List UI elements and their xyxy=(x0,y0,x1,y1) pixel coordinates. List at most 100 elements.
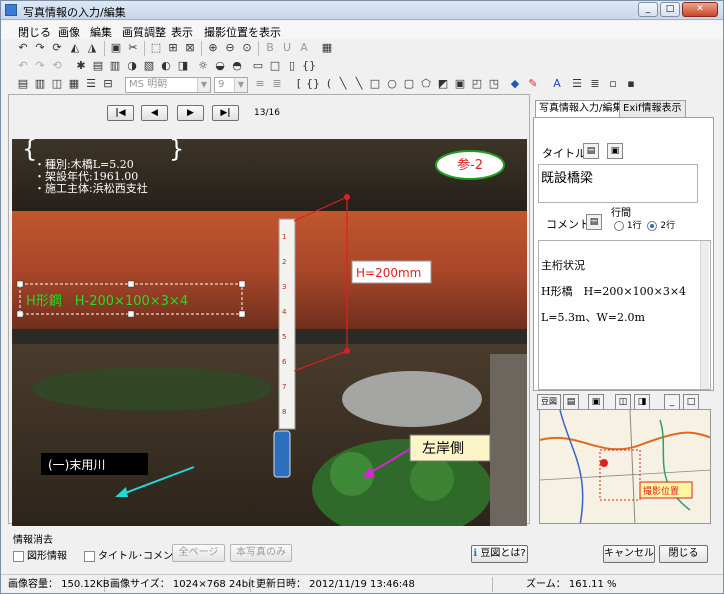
map-minimize-icon[interactable]: _ xyxy=(664,394,680,410)
panel-icon[interactable]: ▯ xyxy=(284,58,300,74)
prev-page-button[interactable]: ◀ xyxy=(141,105,168,121)
menu-close[interactable]: 閉じる xyxy=(18,24,51,40)
font-name-select[interactable]: MS 明朝 ▼ xyxy=(125,77,211,93)
fill-icon[interactable]: ◆ xyxy=(507,76,523,92)
invert-icon[interactable]: ◐ xyxy=(158,58,174,74)
map-template-icon[interactable]: ▤ xyxy=(563,394,579,410)
underline-icon[interactable]: U xyxy=(279,40,295,56)
minimize-button[interactable]: _ xyxy=(638,2,658,17)
sharpen-icon[interactable]: ☼ xyxy=(195,58,211,74)
callout-icon[interactable]: ◩ xyxy=(435,76,451,92)
fit-icon[interactable]: ▣ xyxy=(108,40,124,56)
brace-icon[interactable]: {} xyxy=(305,76,321,92)
clear-figure-option[interactable]: 図形情報 xyxy=(13,547,67,562)
last-page-button[interactable]: ▶| xyxy=(212,105,239,121)
line2-icon[interactable]: ╲ xyxy=(351,76,367,92)
more-icon[interactable]: ▪ xyxy=(623,76,639,92)
rectangle-icon[interactable]: □ xyxy=(267,58,283,74)
zoom-in-icon[interactable]: ⊕ xyxy=(205,40,221,56)
palette-icon[interactable]: ▥ xyxy=(107,58,123,74)
brightness-icon[interactable]: ◓ xyxy=(229,58,245,74)
send-back-icon[interactable]: ◳ xyxy=(486,76,502,92)
rotate-right-icon[interactable]: ↷ xyxy=(32,40,48,56)
drop-icon[interactable]: ◒ xyxy=(212,58,228,74)
bold-icon[interactable]: B xyxy=(262,40,278,56)
zoom-fit-icon[interactable]: ⊙ xyxy=(239,40,255,56)
brackets-icon[interactable]: {} xyxy=(301,58,317,74)
radio-1line[interactable] xyxy=(614,220,624,231)
pen-color-icon[interactable]: ✎ xyxy=(525,76,541,92)
grid-icon[interactable]: ▦ xyxy=(66,76,82,92)
refresh-icon[interactable]: ⟳ xyxy=(49,40,65,56)
map-paste-icon[interactable]: ◨ xyxy=(634,394,650,410)
contrast-icon[interactable]: ◑ xyxy=(124,58,140,74)
close-window-button[interactable]: ✕ xyxy=(682,2,718,17)
menu-view[interactable]: 表示 xyxy=(171,24,193,40)
crop-icon[interactable]: ✂ xyxy=(125,40,141,56)
close-button[interactable]: 閉じる xyxy=(659,545,708,563)
flip-icon[interactable]: ◭ xyxy=(67,40,83,56)
text-color-icon[interactable]: A xyxy=(296,40,312,56)
line-style-icon[interactable]: ≣ xyxy=(587,76,603,92)
mirror-icon[interactable]: ◮ xyxy=(84,40,100,56)
columns-icon[interactable]: ▥ xyxy=(32,76,48,92)
location-map[interactable]: 撮影位置 xyxy=(539,409,711,524)
line-width-icon[interactable]: ☰ xyxy=(569,76,585,92)
shadow-icon[interactable]: ▫ xyxy=(605,76,621,92)
repeat-icon[interactable]: ⟲ xyxy=(49,58,65,74)
map-help-button[interactable]: ℹ 豆図とは? xyxy=(471,545,528,563)
layout-icon[interactable]: ▤ xyxy=(15,76,31,92)
tab-photo-info[interactable]: 写真情報入力/編集 xyxy=(535,100,627,118)
title-input[interactable]: 既設橋梁 xyxy=(538,164,698,203)
align-center-icon[interactable]: ≣ xyxy=(269,76,285,92)
comment-input[interactable]: 主桁状況 H形橋 H=200×100×3×4 L=5.3m、W=2.0m xyxy=(538,240,711,390)
tab-exif[interactable]: Exif情報表示 xyxy=(619,100,686,117)
resize-icon[interactable]: ⊠ xyxy=(182,40,198,56)
undo-icon[interactable]: ↶ xyxy=(15,58,31,74)
color-grid-icon[interactable]: ▤ xyxy=(90,58,106,74)
figure-checkbox[interactable] xyxy=(13,550,24,562)
frame-icon[interactable]: ▭ xyxy=(250,58,266,74)
zoom-out-icon[interactable]: ⊖ xyxy=(222,40,238,56)
insert-icon[interactable]: ⊟ xyxy=(100,76,116,92)
comment-template-icon[interactable]: ▤ xyxy=(586,214,602,230)
comment-scrollbar[interactable] xyxy=(700,241,709,389)
menu-quality[interactable]: 画質調整 xyxy=(122,24,166,40)
title-checkbox[interactable] xyxy=(84,550,95,562)
redo-icon[interactable]: ↷ xyxy=(32,58,48,74)
polygon-icon[interactable]: ⬠ xyxy=(418,76,434,92)
map-copy-icon[interactable]: ◫ xyxy=(615,394,631,410)
line-icon[interactable]: ╲ xyxy=(335,76,351,92)
table-icon[interactable]: ▦ xyxy=(319,40,335,56)
menu-image[interactable]: 画像 xyxy=(58,24,80,40)
rotate-left-icon[interactable]: ↶ xyxy=(15,40,31,56)
menu-show-location[interactable]: 撮影位置を表示 xyxy=(204,24,281,40)
ellipse-icon[interactable]: ○ xyxy=(384,76,400,92)
font-size-select[interactable]: 9 ▼ xyxy=(214,77,248,93)
photo-image[interactable]: 1 2 3 4 5 6 7 8 { } ・種別:木橋L=5.20 ・架設年代:1… xyxy=(12,139,527,526)
title-camera-icon[interactable]: ▣ xyxy=(607,143,623,159)
clear-all-pages-button[interactable]: 全ページ xyxy=(172,544,225,562)
map-label-button[interactable]: 豆図 xyxy=(537,394,561,410)
maximize-button[interactable]: □ xyxy=(660,2,680,17)
split-icon[interactable]: ◫ xyxy=(49,76,65,92)
radio-2line[interactable] xyxy=(647,220,658,231)
clear-this-photo-button[interactable]: 本写真のみ xyxy=(230,544,292,562)
list-icon[interactable]: ☰ xyxy=(83,76,99,92)
align-left-icon[interactable]: ≡ xyxy=(252,76,268,92)
rounded-rect-icon[interactable]: ▢ xyxy=(401,76,417,92)
map-expand-icon[interactable]: □ xyxy=(683,394,699,410)
next-page-button[interactable]: ▶ xyxy=(177,105,204,121)
bring-front-icon[interactable]: ◰ xyxy=(469,76,485,92)
select-all-icon[interactable]: ⊞ xyxy=(165,40,181,56)
grayscale-icon[interactable]: ▧ xyxy=(141,58,157,74)
first-page-button[interactable]: |◀ xyxy=(107,105,134,121)
font-color-icon[interactable]: A xyxy=(549,76,565,92)
cancel-button[interactable]: キャンセル xyxy=(603,545,655,563)
select-icon[interactable]: ⬚ xyxy=(148,40,164,56)
menu-edit[interactable]: 編集 xyxy=(90,24,112,40)
rect-shape-icon[interactable]: □ xyxy=(367,76,383,92)
map-import-icon[interactable]: ▣ xyxy=(588,394,604,410)
effects-icon[interactable]: ✱ xyxy=(73,58,89,74)
image-insert-icon[interactable]: ▣ xyxy=(452,76,468,92)
